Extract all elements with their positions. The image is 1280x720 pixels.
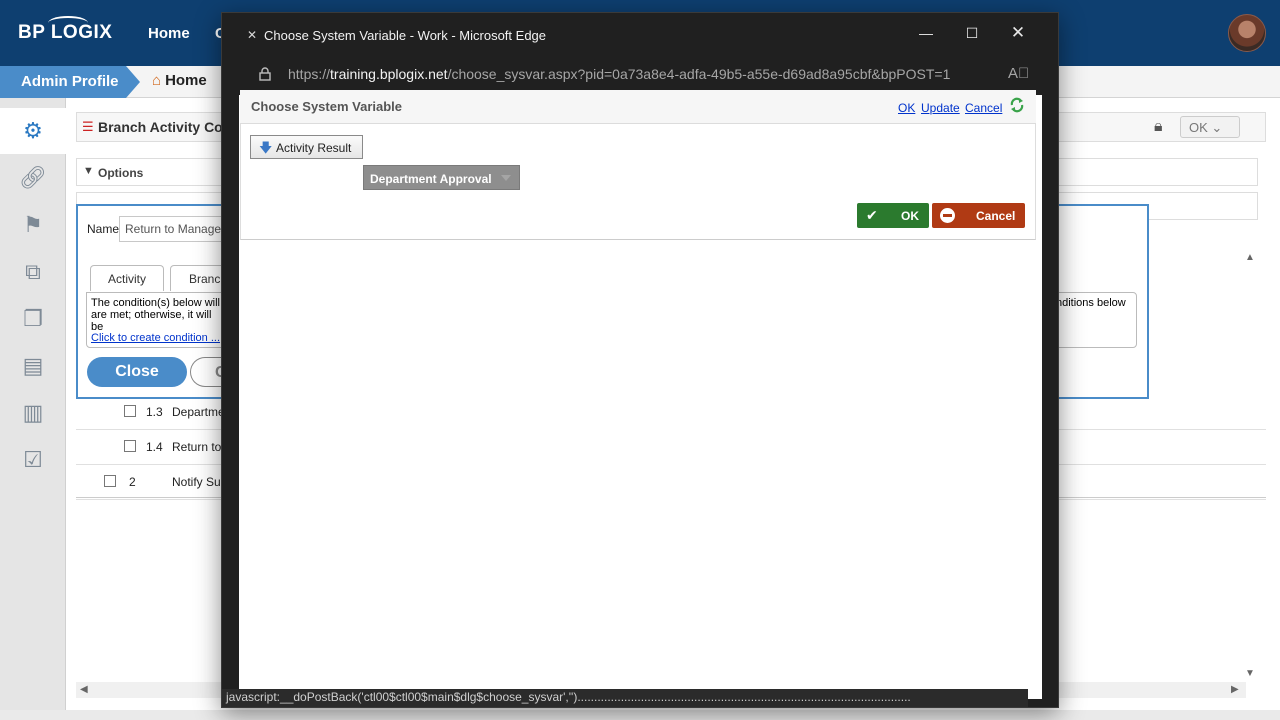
create-condition-link[interactable]: Click to create condition ... <box>91 332 220 344</box>
scroll-up-icon[interactable]: ▲ <box>1245 252 1255 263</box>
row-checkbox[interactable] <box>124 440 136 452</box>
lock-icon <box>259 67 271 81</box>
cancel-link[interactable]: Cancel <box>965 101 1002 115</box>
checklist-icon[interactable]: ☑ <box>0 437 66 483</box>
department-approval-select[interactable]: Department Approval <box>363 165 520 190</box>
ok-link[interactable]: OK <box>898 101 915 115</box>
home-icon: ⌂ <box>152 72 162 89</box>
url-text[interactable]: https://training.bplogix.net/choose_sysv… <box>288 66 950 82</box>
check-icon: ✔ <box>866 207 878 223</box>
breadcrumb-home[interactable]: ⌂ Home <box>152 72 207 89</box>
breadcrumb-admin-profile[interactable]: Admin Profile <box>0 66 140 98</box>
status-bar: javascript:__doPostBack('ctl00$ctl00$mai… <box>222 689 1028 707</box>
close-icon[interactable]: ✕ <box>1004 23 1032 43</box>
dialog-title: Choose System Variable <box>251 99 403 114</box>
locked-doc-icon[interactable]: ▤ <box>0 343 66 389</box>
user-avatar[interactable] <box>1228 14 1266 52</box>
name-input[interactable]: Return to Manage <box>119 216 229 242</box>
close-button[interactable]: Close <box>87 357 187 387</box>
activity-result-button[interactable]: 🡇 Activity Result <box>250 135 363 159</box>
pages-icon[interactable]: ▥ <box>0 390 66 436</box>
name-label: Name <box>87 222 120 236</box>
chevron-down-icon: ▼ <box>83 165 94 177</box>
lock-icon[interactable]: 🔒︎ <box>1154 118 1163 136</box>
flag-icon[interactable]: ⚑ <box>0 202 66 248</box>
hierarchy-icon[interactable]: ⧉ <box>0 249 66 295</box>
update-link[interactable]: Update <box>921 101 960 115</box>
link-icon[interactable]: 🔗︎ <box>0 155 66 201</box>
arrow-down-icon: 🡇 <box>259 140 273 155</box>
condition-text-right: nditions below <box>1056 297 1126 309</box>
dropdown-caret-icon <box>501 175 511 181</box>
window-title: Choose System Variable - Work - Microsof… <box>264 28 547 43</box>
read-aloud-icon[interactable]: A᳭ <box>1008 65 1029 82</box>
refresh-icon[interactable] <box>1008 96 1026 114</box>
app-icon: ✕ <box>247 28 258 42</box>
row-checkbox[interactable] <box>124 405 136 417</box>
condition-text: The condition(s) below will are met; oth… <box>91 297 220 333</box>
branch-icon: ☰ <box>82 119 94 134</box>
maximize-icon[interactable]: ☐ <box>958 25 986 42</box>
panel-title: Branch Activity Con <box>98 119 232 135</box>
ok-dropdown[interactable]: OK ⌄ <box>1180 116 1240 138</box>
edge-popup-window: ✕ Choose System Variable - Work - Micros… <box>221 12 1059 708</box>
bottom-strip <box>0 710 1280 720</box>
bp-logix-logo[interactable]: BP LOGIX <box>18 16 112 44</box>
ok-button[interactable]: ✔ OK <box>857 203 929 228</box>
scroll-right-icon[interactable]: ▶ <box>1231 684 1239 695</box>
top-nav-home[interactable]: Home <box>148 25 190 42</box>
copy-icon[interactable]: ❐ <box>0 296 66 342</box>
sidebar: ⚙ 🔗︎ ⚑ ⧉ ❐ ▤ ▥ ☑ <box>0 98 66 710</box>
cancel-button[interactable]: Cancel <box>932 203 1025 228</box>
row-checkbox[interactable] <box>104 475 116 487</box>
chevron-down-icon: ⌄ <box>1211 120 1223 135</box>
minus-circle-icon <box>940 208 955 223</box>
tab-activity[interactable]: Activity <box>90 265 164 291</box>
address-bar[interactable]: https://training.bplogix.net/choose_sysv… <box>222 55 1058 95</box>
gear-icon[interactable]: ⚙ <box>0 108 66 154</box>
scroll-left-icon[interactable]: ◀ <box>80 684 88 695</box>
minimize-icon[interactable]: — <box>912 25 940 41</box>
window-title-bar[interactable]: ✕ Choose System Variable - Work - Micros… <box>222 13 1058 55</box>
dialog-header: Choose System Variable OK Update Cancel <box>240 90 1036 124</box>
scroll-down-icon[interactable]: ▼ <box>1245 668 1255 679</box>
